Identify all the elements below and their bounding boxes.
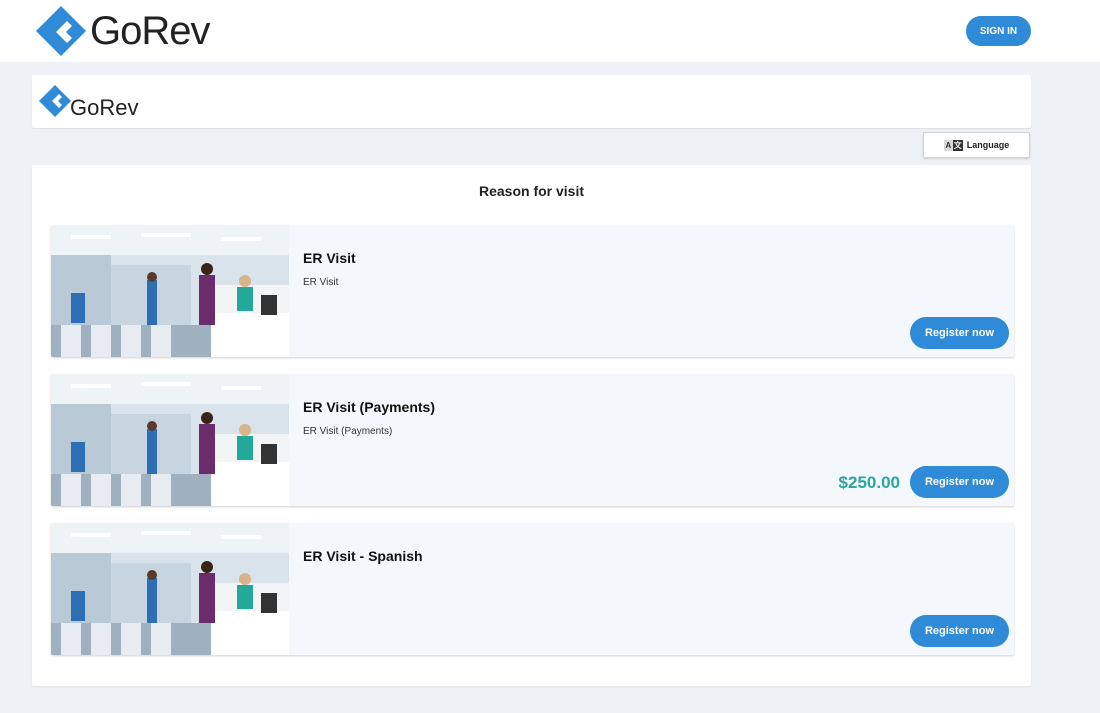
gorev-logo-small-icon [39, 85, 71, 117]
brand-logo[interactable]: GoRev [34, 0, 210, 62]
organization-logo-card: GoRev [32, 75, 1031, 128]
sign-in-button[interactable]: SIGN IN [966, 16, 1031, 46]
register-now-button[interactable]: Register now [910, 615, 1009, 647]
organization-name: GoRev [70, 95, 139, 120]
visit-card-er-visit[interactable]: ER Visit ER Visit Register now [51, 225, 1014, 357]
visit-title: ER Visit (Payments) [303, 399, 436, 415]
brand-name: GoRev [90, 8, 210, 53]
section-title: Reason for visit [478, 183, 585, 199]
visit-card-er-visit-payments[interactable]: ER Visit (Payments) ER Visit (Payments) … [51, 374, 1014, 506]
visit-price: $250.00 [838, 473, 900, 492]
hospital-er-photo [51, 374, 289, 506]
visit-title: ER Visit [303, 250, 356, 266]
top-header: GoRev SIGN IN [0, 0, 1100, 62]
register-now-button[interactable]: Register now [910, 466, 1009, 498]
visit-title: ER Visit - Spanish [303, 548, 423, 564]
gorev-logo-icon [36, 6, 86, 56]
language-label: Language [966, 140, 1010, 150]
reason-for-visit-panel: Reason for visit ER Visit ER Visit Regis… [32, 165, 1031, 686]
visit-description: ER Visit [303, 277, 339, 288]
organization-logo: GoRev [38, 81, 138, 121]
hospital-er-photo [51, 225, 289, 357]
visit-description: ER Visit (Payments) [303, 426, 393, 437]
visit-card-er-visit-spanish[interactable]: ER Visit - Spanish Register now [51, 523, 1014, 655]
register-now-button[interactable]: Register now [910, 317, 1009, 349]
translate-icon: A 文 [943, 139, 963, 151]
hospital-er-photo [51, 523, 289, 655]
language-button[interactable]: A 文 Language [923, 132, 1030, 158]
